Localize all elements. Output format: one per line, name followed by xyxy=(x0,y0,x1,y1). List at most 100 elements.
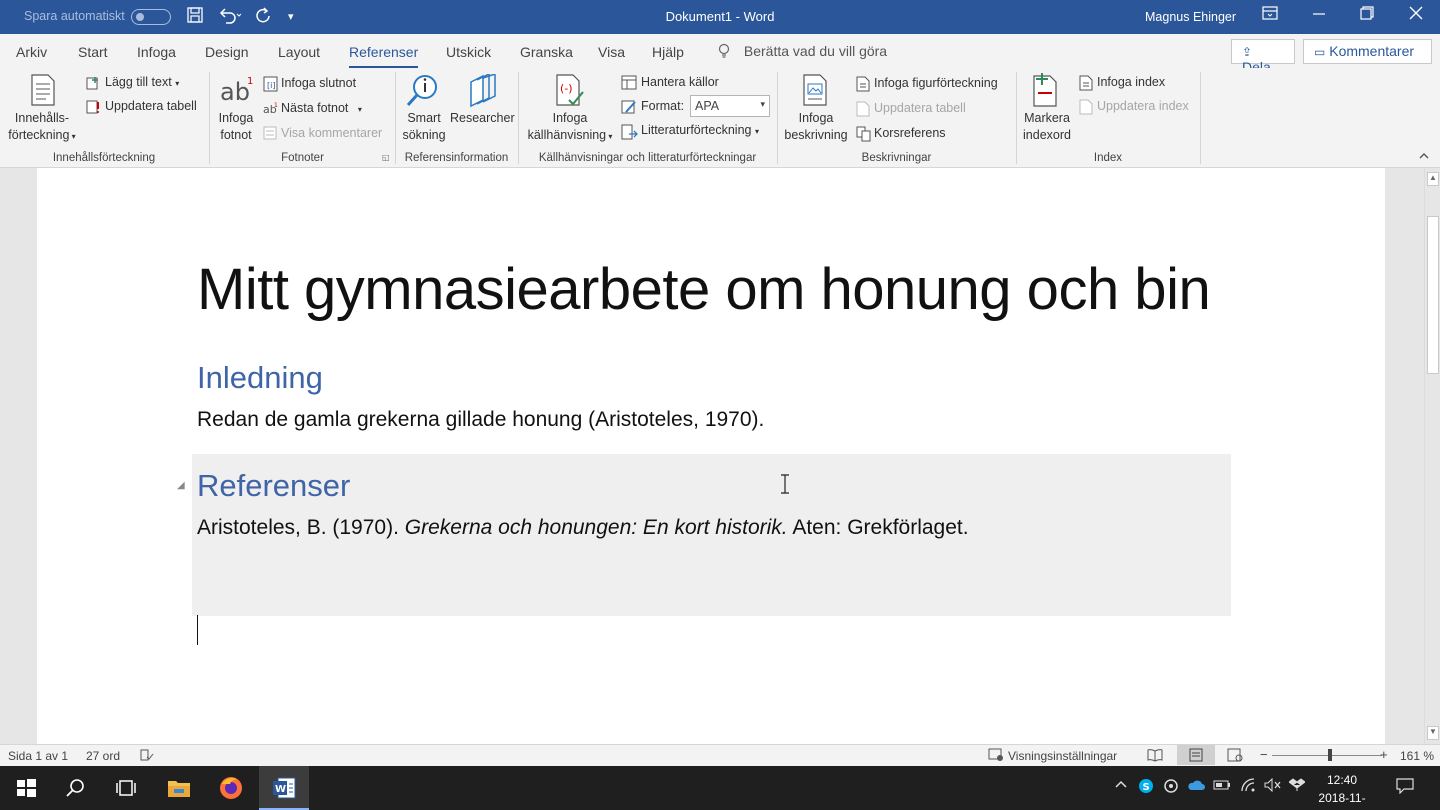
word-taskbar-button[interactable]: W xyxy=(259,766,309,810)
zoom-level[interactable]: 161 % xyxy=(1400,749,1434,763)
user-name[interactable]: Magnus Ehinger xyxy=(1145,10,1236,24)
insert-caption-icon[interactable] xyxy=(802,74,830,113)
scrollbar-thumb[interactable] xyxy=(1427,216,1439,374)
update-table-button[interactable]: Uppdatera tabell xyxy=(105,99,197,113)
next-footnote-button[interactable]: Nästa fotnot ▾ xyxy=(281,101,362,115)
sync-icon[interactable] xyxy=(1163,778,1179,797)
collapse-triangle-icon[interactable]: ◢ xyxy=(177,480,185,491)
battery-icon[interactable] xyxy=(1213,778,1231,795)
update-index-button[interactable]: Uppdatera index xyxy=(1097,99,1189,113)
bibliography-button[interactable]: Litteraturförteckning ▾ xyxy=(641,123,759,137)
firefox-icon[interactable] xyxy=(217,774,245,802)
search-icon[interactable] xyxy=(62,774,90,802)
comment-icon: ▭ xyxy=(1314,45,1326,59)
ribbon-display-icon[interactable] xyxy=(1255,6,1285,24)
tab-granska[interactable]: Granska xyxy=(520,44,573,60)
add-text-button[interactable]: Lägg till text ▾ xyxy=(105,75,179,89)
heading-referenser[interactable]: Referenser xyxy=(197,468,350,504)
zoom-slider-track[interactable] xyxy=(1272,755,1382,756)
action-center-icon[interactable] xyxy=(1396,778,1414,797)
view-settings-button[interactable]: Visningsinställningar xyxy=(1008,749,1117,763)
tab-layout[interactable]: Layout xyxy=(278,44,320,60)
citation-style-select[interactable]: APA ▾ xyxy=(690,95,770,117)
zoom-in-icon[interactable]: + xyxy=(1380,747,1388,762)
tab-start[interactable]: Start xyxy=(78,44,108,60)
tab-hjalp[interactable]: Hjälp xyxy=(652,44,684,60)
researcher-button[interactable]: Researcher xyxy=(450,110,515,127)
wifi-icon[interactable] xyxy=(1240,778,1256,795)
undo-icon[interactable] xyxy=(218,6,242,29)
smart-lookup-button[interactable]: Smart sökning xyxy=(398,110,450,144)
redo-icon[interactable] xyxy=(254,6,274,31)
tab-design[interactable]: Design xyxy=(205,44,249,60)
reference-entry[interactable]: Aristoteles, B. (1970). Grekerna och hon… xyxy=(197,516,969,540)
customize-qat-icon[interactable]: ▾ xyxy=(288,10,294,23)
share-button[interactable]: ⇪ Dela xyxy=(1231,39,1295,75)
insert-footnote-button[interactable]: Infoga fotnot xyxy=(212,110,260,144)
tab-utskick[interactable]: Utskick xyxy=(446,44,491,60)
close-icon[interactable] xyxy=(1401,6,1431,24)
file-explorer-icon[interactable] xyxy=(165,774,193,802)
page-count[interactable]: Sida 1 av 1 xyxy=(8,749,68,763)
insert-table-of-figures-button[interactable]: Infoga figurförteckning xyxy=(874,76,998,90)
collapse-ribbon-icon[interactable] xyxy=(1418,150,1430,164)
vertical-scrollbar[interactable]: ▲ ▼ xyxy=(1424,168,1440,744)
dropbox-icon[interactable] xyxy=(1288,778,1306,795)
mark-entry-button[interactable]: Markera indexord xyxy=(1018,110,1076,144)
table-of-figures-icon xyxy=(856,76,870,92)
skype-icon[interactable]: S xyxy=(1138,778,1154,797)
show-hidden-icons-icon[interactable] xyxy=(1114,778,1128,795)
ribbon-separator xyxy=(209,72,210,164)
insert-endnote-button[interactable]: Infoga slutnot xyxy=(281,76,356,90)
tab-infoga[interactable]: Infoga xyxy=(137,44,176,60)
heading-inledning[interactable]: Inledning xyxy=(197,360,323,396)
cross-reference-button[interactable]: Korsreferens xyxy=(874,126,946,140)
zoom-out-icon[interactable]: − xyxy=(1260,747,1268,762)
read-mode-icon[interactable] xyxy=(1147,748,1163,765)
scroll-up-arrow-icon[interactable]: ▲ xyxy=(1427,172,1439,186)
clock[interactable]: 12:40 2018-11-16 xyxy=(1312,771,1372,810)
tell-me-box[interactable]: Berätta vad du vill göra xyxy=(716,43,887,59)
print-layout-icon[interactable] xyxy=(1177,745,1215,765)
smart-lookup-icon[interactable] xyxy=(406,74,440,113)
onedrive-icon[interactable] xyxy=(1187,778,1205,795)
tab-referenser[interactable]: Referenser xyxy=(349,44,419,68)
insert-citation-button[interactable]: Infoga källhänvisning ▾ xyxy=(524,110,616,145)
scroll-down-arrow-icon[interactable]: ▼ xyxy=(1427,726,1439,740)
volume-muted-icon[interactable] xyxy=(1264,777,1282,795)
comments-button[interactable]: ▭ Kommentarer xyxy=(1303,39,1432,64)
tab-visa[interactable]: Visa xyxy=(598,44,625,60)
update-figures-table-button[interactable]: Uppdatera tabell xyxy=(874,101,966,115)
document-title-text[interactable]: Mitt gymnasiearbete om honung och bin xyxy=(197,256,1211,323)
autosave-toggle[interactable] xyxy=(131,9,171,25)
restore-icon[interactable] xyxy=(1352,6,1382,24)
windows-start-icon[interactable] xyxy=(12,774,40,802)
proofing-icon[interactable] xyxy=(140,748,154,765)
citation-style-value: APA xyxy=(695,99,720,113)
caption-label-1: Infoga xyxy=(798,111,834,125)
show-notes-button[interactable]: Visa kommentarer xyxy=(281,126,382,140)
manage-sources-button[interactable]: Hantera källor xyxy=(641,75,719,89)
insert-citation-icon[interactable]: (-) xyxy=(555,74,585,113)
zoom-slider-thumb[interactable] xyxy=(1328,749,1332,761)
minimize-icon[interactable] xyxy=(1304,6,1334,24)
mark-entry-icon[interactable] xyxy=(1032,73,1062,112)
endnote-icon: [i] xyxy=(263,76,278,92)
svg-text:W: W xyxy=(275,784,286,795)
group-footnotes-label: Fotnoter xyxy=(281,152,324,164)
add-text-label: Lägg till text xyxy=(105,75,172,89)
task-view-icon[interactable] xyxy=(112,774,140,802)
table-of-contents-icon[interactable] xyxy=(30,74,56,111)
insert-index-button[interactable]: Infoga index xyxy=(1097,75,1165,89)
intro-paragraph[interactable]: Redan de gamla grekerna gillade honung (… xyxy=(197,408,764,432)
tab-arkiv[interactable]: Arkiv xyxy=(16,44,47,60)
insert-footnote-icon[interactable]: ab 1 xyxy=(219,74,253,111)
save-icon[interactable] xyxy=(186,6,204,29)
word-count[interactable]: 27 ord xyxy=(86,749,120,763)
document-page[interactable]: Mitt gymnasiearbete om honung och bin In… xyxy=(37,168,1385,744)
dialog-launcher-icon[interactable]: ◱ xyxy=(382,153,390,162)
toc-button[interactable]: Innehålls- förteckning ▾ xyxy=(4,110,80,145)
researcher-icon[interactable] xyxy=(467,72,497,113)
web-layout-icon[interactable] xyxy=(1227,748,1243,765)
insert-caption-button[interactable]: Infoga beskrivning xyxy=(780,110,852,144)
